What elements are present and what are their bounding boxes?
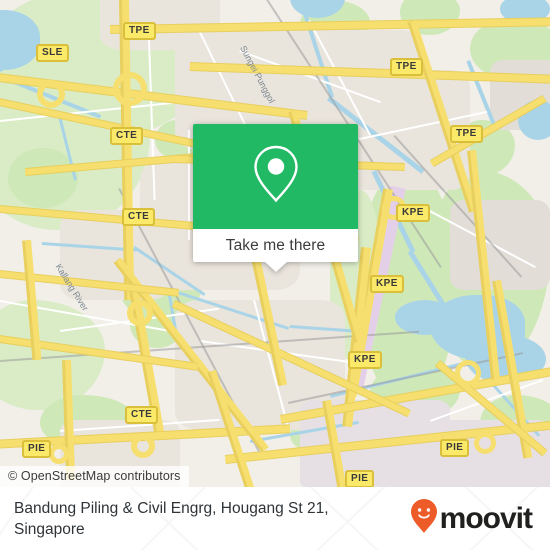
map-canvas[interactable]: Sungei Punggol Kallang River SLE TPE TPE…	[0, 0, 550, 487]
road-shield-kpe: KPE	[396, 204, 430, 222]
callout-icon-panel	[193, 124, 358, 229]
road-shield-sle: SLE	[36, 44, 69, 62]
map-screenshot-page: Sungei Punggol Kallang River SLE TPE TPE…	[0, 0, 550, 550]
moovit-pin-smiley-icon	[410, 498, 438, 539]
road-shield-cte: CTE	[125, 406, 159, 424]
road-shield-kpe: KPE	[370, 275, 404, 293]
callout-tail	[264, 262, 287, 272]
callout-action-panel[interactable]: Take me there	[193, 229, 358, 272]
footer-bar: Bandung Piling & Civil Engrg, Hougang St…	[0, 487, 550, 550]
road-shield-tpe: TPE	[390, 58, 423, 76]
location-callout-card[interactable]: Take me there	[193, 124, 358, 272]
road-shield-cte: CTE	[122, 208, 156, 226]
road-shield-cte: CTE	[110, 127, 144, 145]
take-me-there-label: Take me there	[225, 236, 326, 254]
road-shield-tpe: TPE	[450, 125, 483, 143]
moovit-brand[interactable]: moovit	[410, 498, 533, 539]
road-shield-pie: PIE	[440, 439, 470, 457]
road-shield-tpe: TPE	[123, 22, 156, 40]
place-name-label: Bandung Piling & Civil Engrg, Hougang St…	[14, 499, 329, 538]
road-shield-pie: PIE	[345, 470, 375, 487]
moovit-wordmark: moovit	[439, 501, 533, 535]
road-shield-pie: PIE	[22, 440, 52, 458]
map-attribution[interactable]: © OpenStreetMap contributors	[0, 466, 189, 487]
map-pin-icon	[250, 143, 302, 210]
road-shield-kpe: KPE	[348, 351, 382, 369]
